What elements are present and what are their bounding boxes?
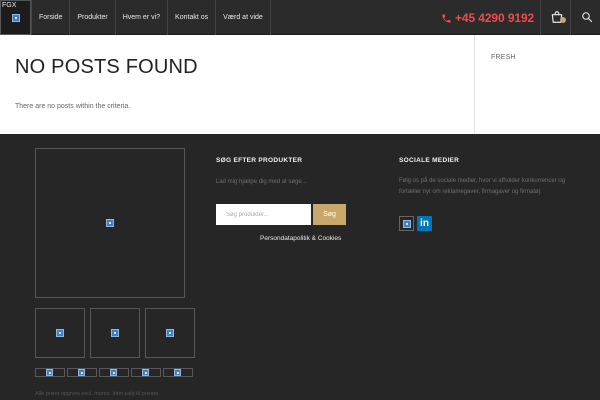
footer-thumbnail[interactable] [35, 368, 65, 377]
nav-item-forside[interactable]: Forside [31, 0, 71, 35]
main-content: NO POSTS FOUND There are no posts within… [0, 35, 600, 134]
footer-thumbnail[interactable] [131, 368, 161, 377]
nav-item-produkter[interactable]: Produkter [70, 0, 116, 35]
broken-image-icon [46, 369, 53, 376]
site-header: FGX Forside Produkter Hvem er vi? Kontak… [0, 0, 600, 35]
product-search-button[interactable]: Søg [313, 204, 346, 225]
broken-image-icon [78, 369, 85, 376]
no-posts-message: There are no posts within the criteria. [15, 103, 131, 110]
product-search-input[interactable] [216, 204, 311, 225]
main-navigation: Forside Produkter Hvem er vi? Kontakt os… [31, 0, 271, 35]
footer-thumbnail[interactable] [67, 368, 97, 377]
footer-main-image[interactable] [35, 148, 185, 298]
sidebar-divider [474, 35, 475, 134]
broken-image-icon [174, 369, 181, 376]
site-footer: SØG EFTER PRODUKTER Lad mig hjælpe dig m… [0, 134, 600, 400]
social-link[interactable] [399, 216, 414, 231]
nav-item-hvem-er-vi[interactable]: Hvem er vi? [116, 0, 169, 35]
broken-image-icon [12, 14, 20, 22]
logo-text: FGX [2, 2, 17, 9]
phone-number: +45 4290 9192 [455, 11, 535, 25]
header-divider [570, 0, 571, 35]
nav-item-kontakt-os[interactable]: Kontakt os [168, 0, 217, 35]
page-title: NO POSTS FOUND [15, 56, 198, 78]
sidebar-label: FRESH [491, 54, 516, 61]
cart-count-badge [560, 17, 566, 23]
broken-image-icon [56, 329, 64, 337]
footer-thumbnail[interactable] [99, 368, 129, 377]
broken-image-icon [110, 369, 117, 376]
search-icon[interactable] [581, 11, 593, 23]
footer-gallery-image[interactable] [35, 308, 85, 358]
footer-thumbnail[interactable] [163, 368, 193, 377]
phone-icon [442, 13, 451, 23]
linkedin-icon[interactable]: in [417, 216, 432, 231]
broken-image-icon [142, 369, 149, 376]
nav-item-vaerd-at-vide[interactable]: Værd at vide [216, 0, 271, 35]
cart-button[interactable] [550, 10, 566, 25]
privacy-policy-link[interactable]: Persondatapolitik & Cookies [260, 235, 341, 242]
search-intro: Lad mig hjælpe dig med at søge... [216, 179, 307, 185]
pricing-note: Alle priser opgives excl. moms. Intet sa… [35, 391, 160, 397]
broken-image-icon [111, 329, 119, 337]
header-divider [540, 0, 541, 35]
site-logo[interactable]: FGX [0, 0, 31, 35]
phone-link[interactable]: +45 4290 9192 [441, 9, 534, 27]
footer-gallery-image[interactable] [90, 308, 140, 358]
broken-image-icon [403, 220, 411, 228]
search-heading: SØG EFTER PRODUKTER [216, 157, 303, 164]
broken-image-icon [166, 329, 174, 337]
footer-gallery-image[interactable] [145, 308, 195, 358]
social-heading: SOCIALE MEDIER [399, 157, 460, 164]
social-text: Følg os på de sociale medier, hvor vi af… [399, 178, 566, 195]
broken-image-icon [106, 219, 114, 227]
